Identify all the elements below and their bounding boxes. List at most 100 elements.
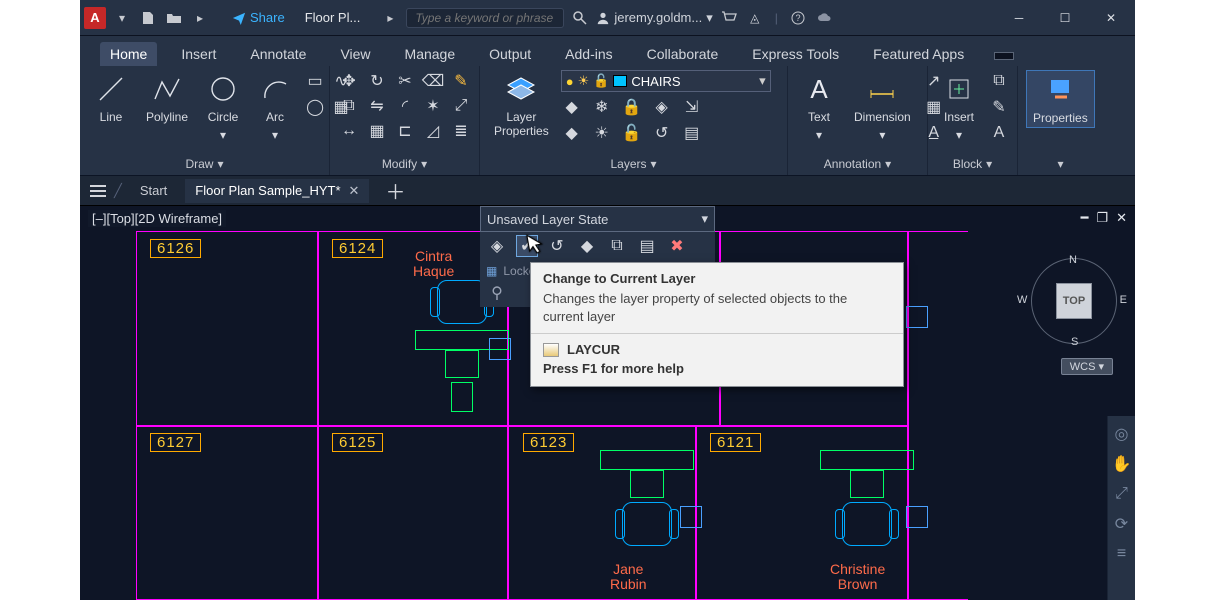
rotate-icon[interactable]: ↻ — [366, 70, 388, 92]
help-icon[interactable]: ? — [788, 8, 808, 28]
layer-lock-icon[interactable]: 🔒 — [621, 96, 643, 118]
dimension-button[interactable]: Dimension▾ — [848, 70, 917, 144]
chevron-right-icon[interactable]: ▸ — [190, 8, 210, 28]
layer-previous-icon[interactable]: ↺ — [651, 122, 673, 144]
layer-properties-button[interactable]: Layer Properties — [488, 70, 555, 140]
tab-annotate[interactable]: Annotate — [240, 42, 316, 66]
layer-isolate-icon[interactable]: ◆ — [576, 235, 598, 257]
layer-off-icon[interactable]: ◆ — [561, 96, 583, 118]
view-cube-face[interactable]: TOP — [1057, 284, 1091, 318]
search-icon[interactable] — [570, 8, 590, 28]
pin-icon[interactable]: ⚲ — [486, 282, 508, 304]
layer-iso-icon[interactable]: ◆ — [561, 122, 583, 144]
mirror-icon[interactable]: ⇋ — [366, 95, 388, 117]
rectangle-icon[interactable]: ▭ — [304, 70, 326, 92]
new-tab-button[interactable]: ＋ — [377, 176, 413, 205]
tab-home[interactable]: Home — [100, 42, 157, 66]
polyline-button[interactable]: Polyline — [140, 70, 194, 126]
fillet-icon[interactable]: ◜ — [394, 95, 416, 117]
block-edit-icon[interactable]: ✎ — [988, 96, 1010, 118]
vp-maximize-icon[interactable]: ❐ — [1096, 210, 1108, 226]
tab-insert[interactable]: Insert — [171, 42, 226, 66]
chamfer-icon[interactable]: ◿ — [422, 120, 444, 142]
arc-button[interactable]: Arc▾ — [252, 70, 298, 144]
explode-icon[interactable]: ✶ — [422, 95, 444, 117]
cloud-icon[interactable] — [814, 8, 834, 28]
group-label-layers[interactable]: Layers ▾ — [488, 153, 779, 175]
zoom-extents-icon[interactable]: ⤢ — [1112, 484, 1132, 504]
layer-match-icon[interactable]: ⇲ — [681, 96, 703, 118]
user-menu[interactable]: jeremy.goldm...▾ — [596, 10, 712, 26]
layer-freeze-icon[interactable]: ❄ — [591, 96, 613, 118]
vp-minimize-icon[interactable]: ━ — [1081, 210, 1089, 226]
copy-icon[interactable]: ⧉ — [338, 95, 360, 117]
block-create-icon[interactable]: ⧉ — [988, 70, 1010, 92]
layer-make-current-icon[interactable]: ◈ — [651, 96, 673, 118]
layer-thaw-icon[interactable]: ☀ — [591, 122, 613, 144]
group-label-modify[interactable]: Modify ▾ — [338, 153, 471, 175]
properties-button[interactable]: Properties — [1026, 70, 1095, 128]
layer-unlock-icon[interactable]: 🔓 — [621, 122, 643, 144]
circle-button[interactable]: Circle▾ — [200, 70, 246, 144]
block-attr-icon[interactable]: A — [988, 122, 1010, 144]
wcs-dropdown[interactable]: WCS ▾ — [1061, 358, 1113, 375]
group-label-block[interactable]: Block ▾ — [936, 153, 1009, 175]
stretch-icon[interactable]: ↔ — [338, 120, 360, 142]
tab-addins[interactable]: Add-ins — [555, 42, 622, 66]
layer-make-current-icon[interactable]: ◈ — [486, 235, 508, 257]
open-folder-icon[interactable] — [164, 8, 184, 28]
erase-icon[interactable]: ⌫ — [422, 70, 444, 92]
maximize-button[interactable]: ☐ — [1045, 4, 1085, 32]
layer-state-dropdown[interactable]: Unsaved Layer State▾ — [480, 206, 715, 232]
layer-copy-icon[interactable]: ⧉ — [606, 235, 628, 257]
tab-view[interactable]: View — [330, 42, 380, 66]
close-button[interactable]: ✕ — [1091, 4, 1131, 32]
insert-button[interactable]: Insert▾ — [936, 70, 982, 144]
doc-tab-start[interactable]: Start — [130, 179, 177, 202]
pan-icon[interactable]: ✋ — [1112, 454, 1132, 474]
text-button[interactable]: AText▾ — [796, 70, 842, 144]
group-label-annotation[interactable]: Annotation ▾ — [796, 153, 919, 175]
doc-tab-active[interactable]: Floor Plan Sample_HYT*✕ — [185, 179, 369, 203]
current-layer-dropdown[interactable]: ● ☀ 🔓 CHAIRS ▾ — [561, 70, 771, 92]
scale-icon[interactable]: ⤢ — [450, 95, 472, 117]
group-label-properties[interactable]: ▾ — [1026, 153, 1095, 175]
autocad-app-icon[interactable]: A — [84, 7, 106, 29]
share-button[interactable]: Share — [232, 10, 285, 25]
trim-icon[interactable]: ✂ — [394, 70, 416, 92]
vp-close-icon[interactable]: ✕ — [1116, 210, 1127, 226]
autodesk-icon[interactable]: ◬ — [745, 8, 765, 28]
view-cube[interactable]: TOP N S W E — [1031, 258, 1117, 344]
new-file-icon[interactable] — [138, 8, 158, 28]
show-motion-icon[interactable]: ≡ — [1112, 544, 1132, 564]
steering-wheel-icon[interactable]: ◎ — [1112, 424, 1132, 444]
hamburger-icon[interactable] — [90, 185, 106, 197]
tab-express-tools[interactable]: Express Tools — [742, 42, 849, 66]
line-button[interactable]: Line — [88, 70, 134, 126]
chevron-down-icon[interactable]: ▾ — [112, 8, 132, 28]
drawing-canvas[interactable]: [–][Top][2D Wireframe] ━❐✕ 6126 6124 612… — [80, 206, 1135, 600]
close-tab-icon[interactable]: ✕ — [349, 183, 360, 199]
layer-walk-icon[interactable]: ▤ — [681, 122, 703, 144]
align-icon[interactable]: ≣ — [450, 120, 472, 142]
tab-output[interactable]: Output — [479, 42, 541, 66]
tab-collaborate[interactable]: Collaborate — [637, 42, 729, 66]
layer-previous-icon[interactable]: ↺ — [546, 235, 568, 257]
orbit-icon[interactable]: ⟳ — [1112, 514, 1132, 534]
tab-manage[interactable]: Manage — [395, 42, 466, 66]
group-label-draw[interactable]: Draw ▾ — [88, 153, 321, 175]
cart-icon[interactable] — [719, 8, 739, 28]
minimize-button[interactable]: ─ — [999, 4, 1039, 32]
layer-walk-icon[interactable]: ▤ — [636, 235, 658, 257]
pencil-icon[interactable]: ✎ — [450, 70, 472, 92]
array-icon[interactable]: ▦ — [366, 120, 388, 142]
ellipse-icon[interactable]: ◯ — [304, 96, 326, 118]
move-icon[interactable]: ✥ — [338, 70, 360, 92]
search-input[interactable] — [415, 11, 555, 25]
tab-featured-apps[interactable]: Featured Apps — [863, 42, 974, 66]
chevron-right-icon[interactable]: ▸ — [380, 8, 400, 28]
layer-delete-icon[interactable]: ✖ — [666, 235, 688, 257]
offset-icon[interactable]: ⊏ — [394, 120, 416, 142]
search-box[interactable] — [406, 8, 564, 28]
ribbon-overflow-button[interactable] — [994, 52, 1014, 60]
